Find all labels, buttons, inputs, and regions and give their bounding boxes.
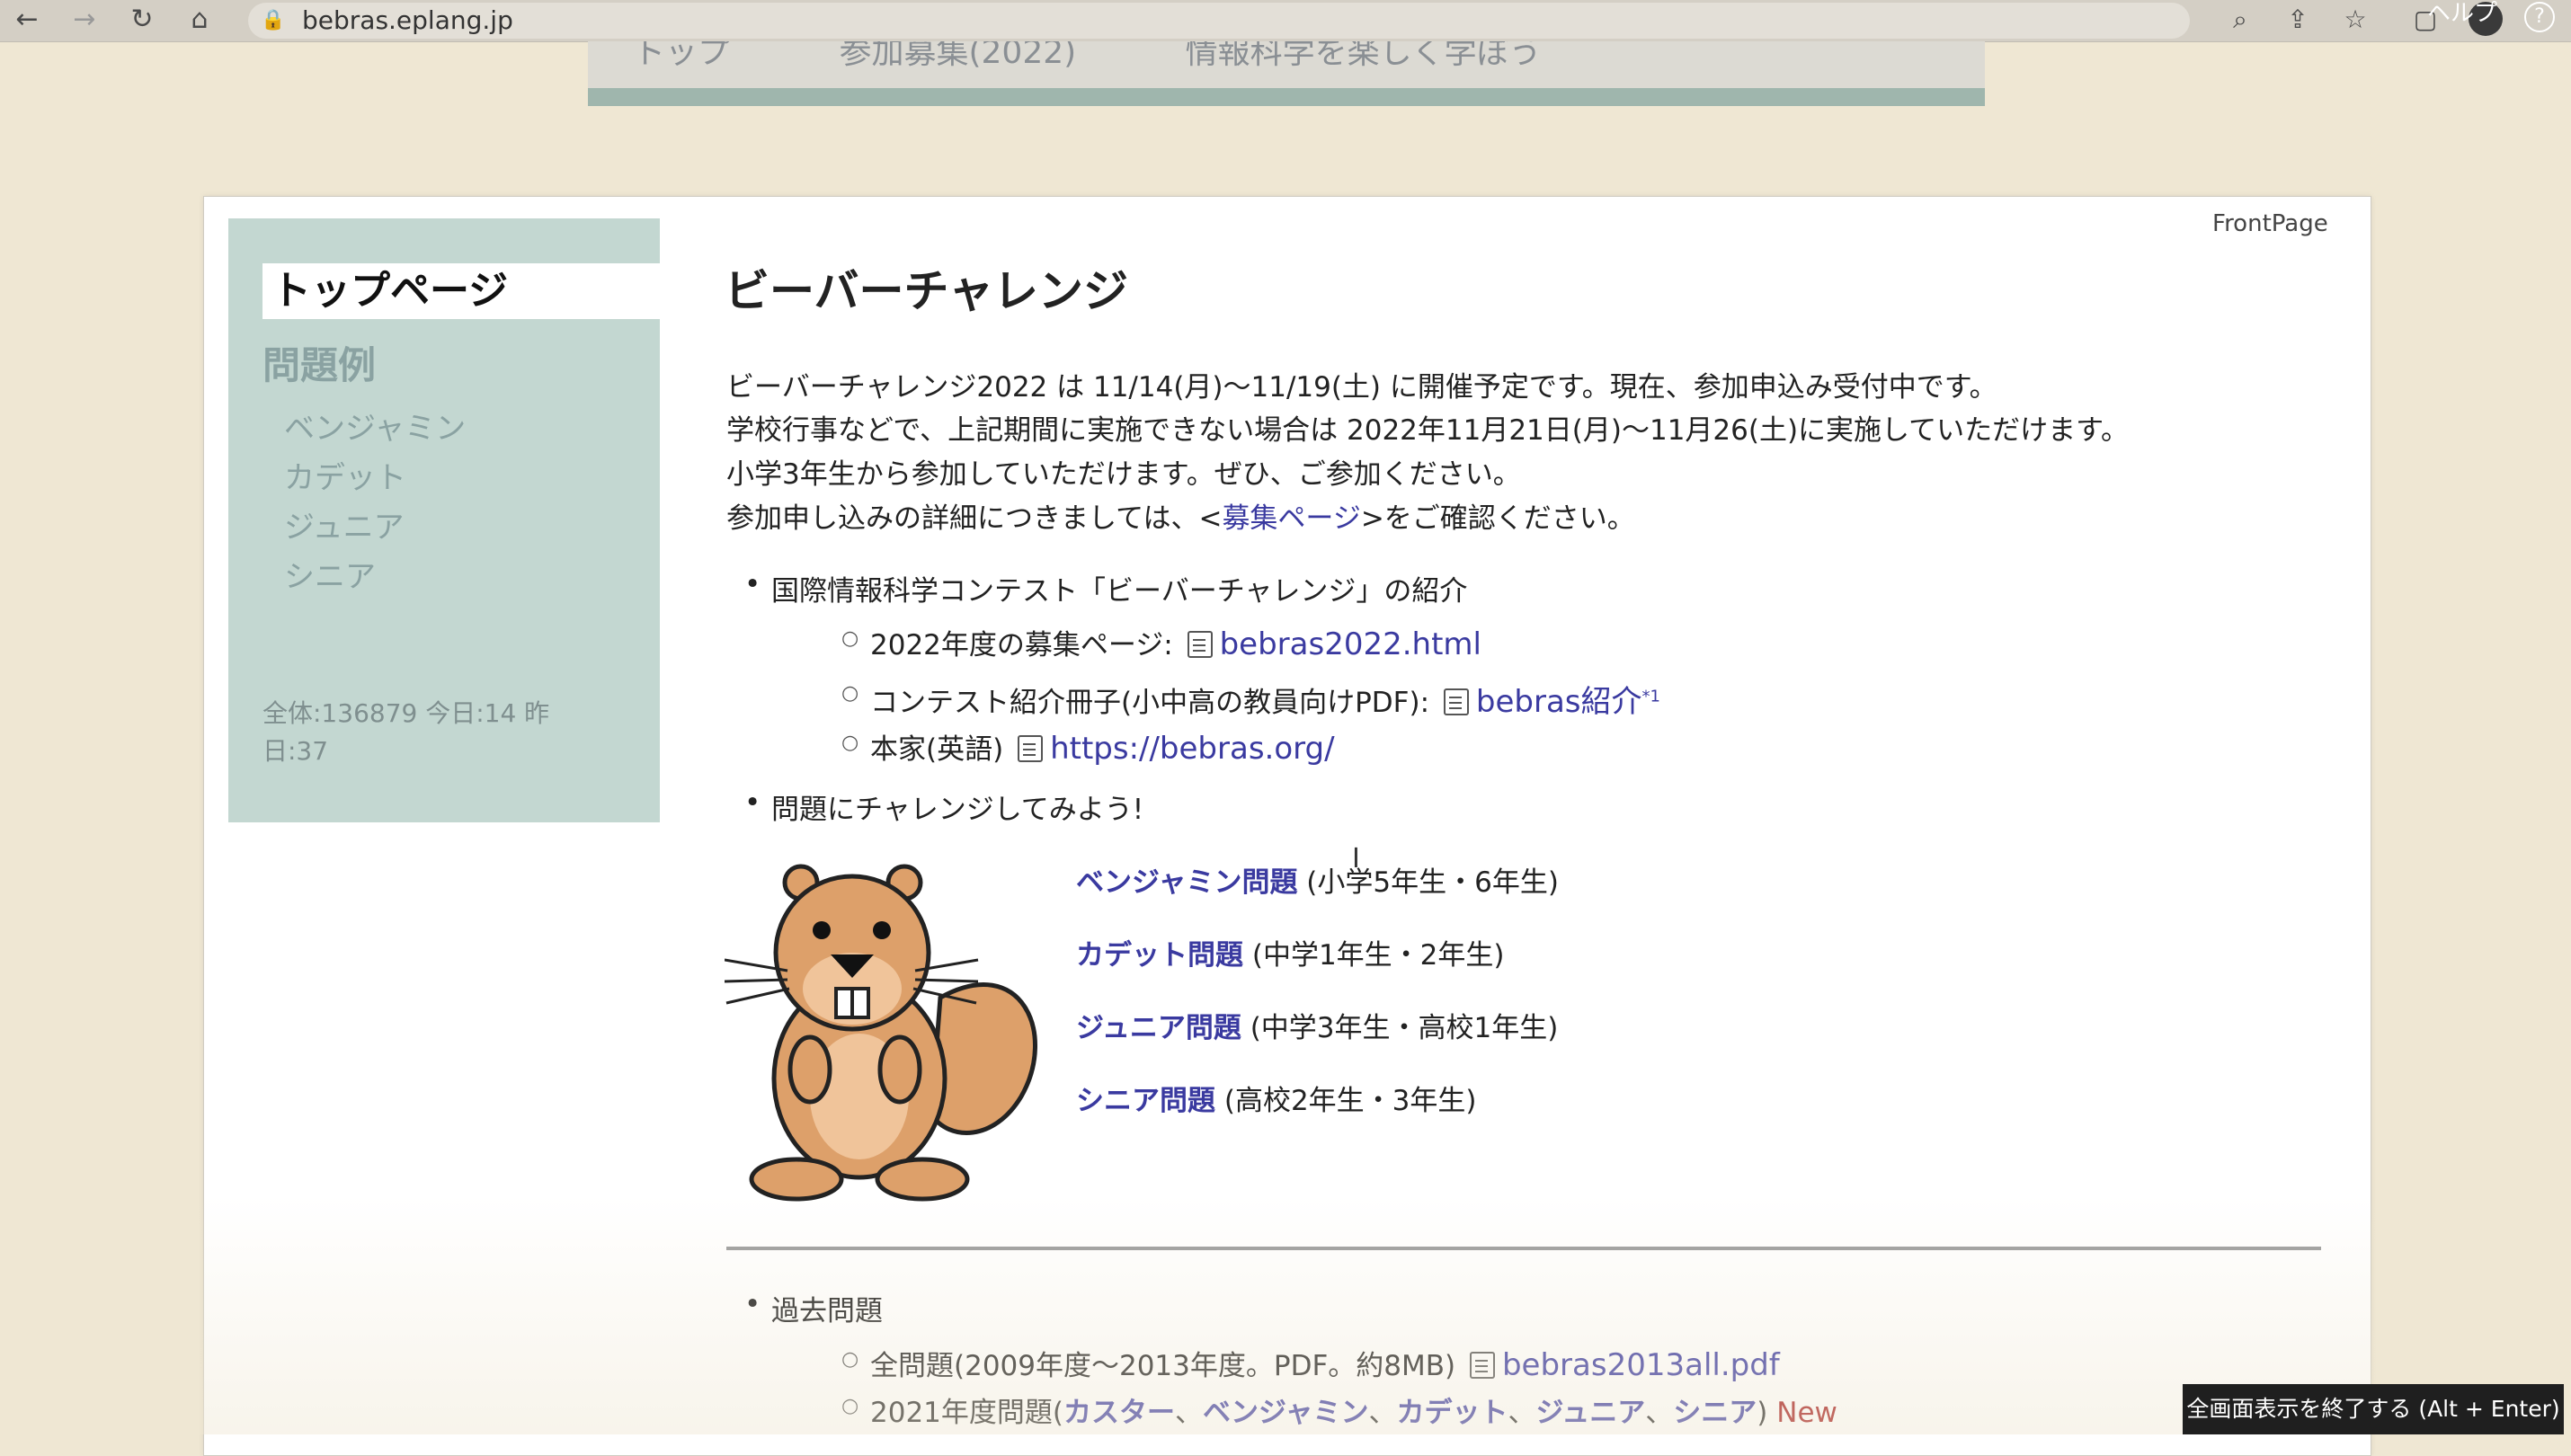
bebras2022-link[interactable]: bebras2022.html bbox=[1220, 626, 1481, 662]
topnav-item-learn[interactable]: 情報科学を楽しく学ぼう bbox=[1186, 41, 1542, 70]
topnav-item-top[interactable]: トップ bbox=[633, 41, 730, 70]
text-cursor-icon: I bbox=[1352, 843, 1360, 874]
cadet-note: (中学1年生・2年生) bbox=[1243, 939, 1505, 972]
bebras-intro-link[interactable]: bebras紹介 bbox=[1476, 684, 1642, 720]
sidebar-heading[interactable]: 問題例 bbox=[262, 335, 376, 390]
intro-line-2: 学校行事などで、上記期間に実施できない場合は 2022年11月21日(月)～11… bbox=[726, 414, 2130, 447]
sub-recruit-2022: 2022年度の募集ページ: bebras2022.html bbox=[841, 622, 1481, 662]
bullet-challenge: 問題にチャレンジしてみよう! bbox=[744, 786, 1143, 827]
new-badge: New bbox=[1776, 1397, 1837, 1429]
topnav-bar bbox=[588, 88, 1985, 106]
separator: 、 bbox=[1368, 1397, 1397, 1429]
bebras-org-link[interactable]: https://bebras.org/ bbox=[1050, 731, 1335, 767]
problem-senior: シニア問題 (高校2年生・3年生) bbox=[1076, 1078, 1477, 1118]
file-icon bbox=[1469, 1352, 1495, 1379]
frontpage-label: FrontPage bbox=[2212, 210, 2328, 237]
home-icon[interactable]: ⌂ bbox=[183, 4, 216, 36]
problem-benjamin: ベンジャミン問題 (小学5年生・6年生) bbox=[1076, 859, 1559, 900]
forward-icon[interactable]: → bbox=[68, 4, 101, 36]
sidebar-item-top[interactable]: トップページ bbox=[262, 263, 660, 319]
past2021-benjamin-link[interactable]: ベンジャミン bbox=[1203, 1397, 1368, 1429]
file-icon bbox=[1187, 631, 1213, 658]
footnote-ref[interactable]: *1 bbox=[1642, 688, 1660, 706]
file-icon bbox=[1443, 688, 1469, 715]
back-icon[interactable]: ← bbox=[11, 4, 43, 36]
bullet-past: 過去問題 bbox=[744, 1288, 883, 1328]
senior-problem-link[interactable]: シニア問題 bbox=[1076, 1085, 1215, 1117]
sub2-label: コンテスト紹介冊子(小中高の教員向けPDF): bbox=[870, 687, 1430, 719]
recruit-page-link[interactable]: 募集ページ bbox=[1222, 502, 1360, 535]
junior-problem-link[interactable]: ジュニア問題 bbox=[1076, 1012, 1241, 1044]
sidebar-item-junior[interactable]: ジュニア bbox=[284, 502, 405, 546]
url-text: bebras.eplang.jp bbox=[302, 5, 513, 35]
problem-junior: ジュニア問題 (中学3年生・高校1年生) bbox=[1076, 1005, 1558, 1045]
problem-cadet: カデット問題 (中学1年生・2年生) bbox=[1076, 932, 1505, 972]
past2021-senior-link[interactable]: シニア bbox=[1673, 1397, 1757, 1429]
past2-pre: 2021年度問題( bbox=[870, 1397, 1063, 1429]
fullscreen-exit-toast[interactable]: 全画面表示を終了する (Alt + Enter) bbox=[2183, 1384, 2564, 1434]
sub3-label: 本家(英語) bbox=[870, 733, 1004, 766]
bookmark-star-icon[interactable]: ☆ bbox=[2339, 4, 2371, 36]
intro-line-3: 小学3年生から参加していただけます。ぜひ、ご参加ください。 bbox=[726, 458, 1521, 491]
help-label[interactable]: ヘルプ bbox=[2427, 0, 2497, 27]
browser-toolbar: ← → ↻ ⌂ 🔒 bebras.eplang.jp ⌕ ⇪ ☆ ▢ ヘルプ ? bbox=[0, 0, 2571, 42]
counter-line-2: 日:37 bbox=[262, 736, 329, 766]
beaver-illustration bbox=[725, 864, 1037, 1202]
sub-past-2021: 2021年度問題(カスター、ベンジャミン、カデット、ジュニア、シニア) New bbox=[841, 1389, 1837, 1430]
separator: 、 bbox=[1508, 1397, 1536, 1429]
sub1-label: 2022年度の募集ページ: bbox=[870, 629, 1173, 661]
junior-note: (中学3年生・高校1年生) bbox=[1241, 1012, 1559, 1044]
bebras2013all-link[interactable]: bebras2013all.pdf bbox=[1502, 1347, 1780, 1383]
benjamin-note: (小学5年生・6年生) bbox=[1297, 866, 1559, 899]
access-counter: 全体:136879 今日:14 昨 日:37 bbox=[262, 695, 604, 770]
separator: 、 bbox=[1645, 1397, 1674, 1429]
cadet-problem-link[interactable]: カデット問題 bbox=[1076, 939, 1243, 972]
sub-past-all: 全問題(2009年度～2013年度。PDF。約8MB) bebras2013al… bbox=[841, 1343, 1780, 1383]
address-bar[interactable]: 🔒 bebras.eplang.jp bbox=[248, 3, 2190, 39]
intro-line-4: 参加申し込みの詳細につきましては、<募集ページ>をご確認ください。 bbox=[726, 495, 1635, 536]
intro-line-1: ビーバーチャレンジ2022 は 11/14(月)～11/19(土) に開催予定で… bbox=[726, 371, 1997, 404]
benjamin-problem-link[interactable]: ベンジャミン問題 bbox=[1076, 866, 1297, 899]
sidebar-item-senior[interactable]: シニア bbox=[284, 552, 376, 596]
divider bbox=[726, 1247, 2321, 1250]
share-icon[interactable]: ⇪ bbox=[2282, 4, 2314, 36]
topnav-item-recruit[interactable]: 参加募集(2022) bbox=[839, 41, 1076, 70]
past2021-junior-link[interactable]: ジュニア bbox=[1535, 1397, 1645, 1429]
senior-note: (高校2年生・3年生) bbox=[1215, 1085, 1477, 1117]
sub-booklet: コンテスト紹介冊子(小中高の教員向けPDF): bebras紹介*1 bbox=[841, 677, 1660, 721]
site-top-nav: トップ 参加募集(2022) 情報科学を楽しく学ぼう bbox=[588, 41, 1985, 106]
past2021-cadet-link[interactable]: カデット bbox=[1396, 1397, 1508, 1429]
sub-official: 本家(英語) https://bebras.org/ bbox=[841, 726, 1335, 767]
page-title: ビーバーチャレンジ bbox=[725, 265, 1128, 317]
past2-post: ) bbox=[1757, 1397, 1768, 1429]
sidebar: トップページ 問題例 ベンジャミン カデット ジュニア シニア 全体:13687… bbox=[228, 218, 660, 822]
file-icon bbox=[1018, 735, 1044, 762]
lock-icon: 🔒 bbox=[261, 9, 286, 31]
sidebar-item-benjamin[interactable]: ベンジャミン bbox=[284, 404, 466, 448]
reload-icon[interactable]: ↻ bbox=[126, 4, 158, 36]
zoom-icon[interactable]: ⌕ bbox=[2224, 4, 2256, 36]
past1-label: 全問題(2009年度～2013年度。PDF。約8MB) bbox=[870, 1350, 1456, 1382]
sidebar-item-cadet[interactable]: カデット bbox=[284, 453, 406, 497]
past2021-castor-link[interactable]: カスター bbox=[1063, 1397, 1175, 1429]
counter-line-1: 全体:136879 今日:14 昨 bbox=[262, 698, 550, 728]
separator: 、 bbox=[1175, 1397, 1203, 1429]
bullet-intro: 国際情報科学コンテスト「ビーバーチャレンジ」の紹介 bbox=[744, 568, 1467, 608]
intro-line-4-post: >をご確認ください。 bbox=[1360, 502, 1635, 535]
help-icon[interactable]: ? bbox=[2524, 2, 2555, 32]
intro-line-4-pre: 参加申し込みの詳細につきましては、< bbox=[726, 502, 1223, 535]
